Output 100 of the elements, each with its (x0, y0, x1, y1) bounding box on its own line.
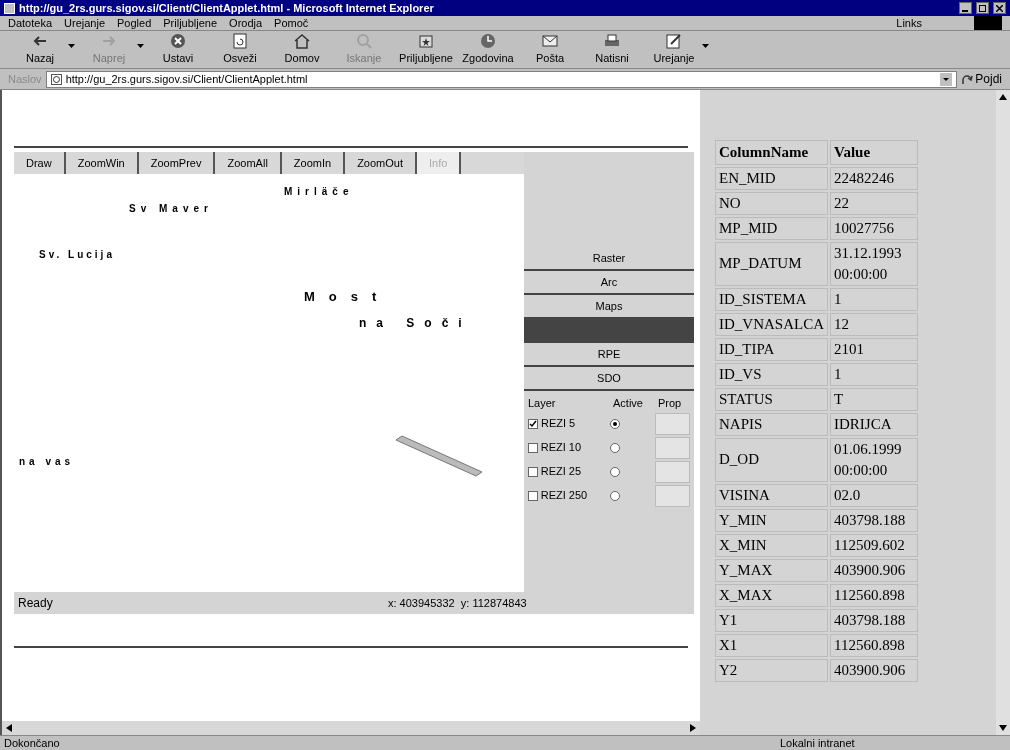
map-label: Mirläče (284, 185, 354, 199)
table-cell: Y_MAX (715, 558, 828, 582)
table-cell: Y_MIN (715, 508, 828, 532)
layer-name: REZI 10 (540, 440, 583, 456)
page-icon (50, 73, 62, 85)
table-cell: NAPIS (715, 412, 828, 436)
table-cell: ID_VS (715, 362, 828, 386)
table-cell: 112560.898 (830, 583, 918, 607)
layer-checkbox[interactable] (528, 466, 538, 477)
table-cell: X_MAX (715, 583, 828, 607)
layer-checkbox[interactable] (528, 418, 538, 429)
column-header: Prop (658, 396, 682, 411)
table-cell: 403798.188 (830, 608, 918, 632)
layer-checkbox[interactable] (528, 490, 538, 501)
table-header: ColumnName (715, 140, 828, 165)
column-header: Layer (528, 396, 557, 411)
search-icon (355, 32, 373, 51)
menu-item[interactable]: Datoteka (8, 14, 53, 32)
table-cell: MP_DATUM (715, 241, 828, 286)
active-radio[interactable] (610, 490, 621, 501)
go-button[interactable]: Pojdi (961, 70, 1002, 88)
table-cell: Y1 (715, 608, 828, 632)
table-cell: 112560.898 (830, 633, 918, 657)
table-cell: 1 (830, 362, 918, 386)
scroll-up-icon[interactable] (999, 94, 1007, 100)
table-cell: X_MIN (715, 533, 828, 557)
zone-text: Lokalni intranet (780, 735, 855, 750)
table-cell: 02.0 (830, 483, 918, 507)
layer-name: REZI 250 (540, 488, 589, 504)
dropdown-arrow-icon[interactable] (68, 44, 75, 49)
table-cell: 10027756 (830, 216, 918, 240)
table-cell: ID_SISTEMA (715, 287, 828, 311)
close-icon[interactable] (993, 2, 1006, 14)
active-radio[interactable] (610, 442, 621, 453)
house-icon (293, 32, 311, 51)
refresh-icon (231, 32, 249, 51)
menu-item[interactable]: Orodja (229, 14, 263, 32)
table-cell: 22 (830, 191, 918, 215)
links-label[interactable]: Links (896, 14, 922, 32)
app-icon (4, 2, 15, 14)
table-cell: MP_MID (715, 216, 828, 240)
layer-name: REZI 5 (541, 416, 577, 432)
table-cell: Y2 (715, 658, 828, 682)
clock-icon (479, 32, 497, 51)
layer-checkbox[interactable] (528, 442, 538, 453)
active-radio[interactable] (610, 466, 621, 477)
address-field[interactable]: http://gu_2rs.gurs.sigov.si/Client/ClientApplet.html (45, 70, 958, 88)
table-cell: ID_TIPA (715, 337, 828, 361)
menu-item[interactable]: Priljubljene (163, 14, 218, 32)
toolbar-button[interactable]: Domov (274, 32, 330, 67)
stop-icon (169, 32, 187, 51)
table-cell: 12 (830, 312, 918, 336)
column-header: Active (613, 396, 644, 411)
table-cell: STATUS (715, 387, 828, 411)
menu-item[interactable]: Pogled (117, 14, 152, 32)
table-cell: EN_MID (715, 166, 828, 190)
menu-item[interactable]: Urejanje (64, 14, 105, 32)
active-radio[interactable] (610, 418, 621, 429)
table-cell: 403900.906 (830, 558, 918, 582)
toolbar-button[interactable]: Zgodovina (460, 32, 516, 67)
table-cell: D_OD (715, 437, 828, 482)
vertical-scrollbar[interactable] (996, 90, 1010, 735)
table-cell: 31.12.1993 00:00:00 (830, 241, 918, 286)
toolbar-button[interactable]: Nazaj (12, 32, 68, 67)
scroll-down-icon[interactable] (999, 725, 1007, 731)
scroll-right-icon[interactable] (690, 724, 696, 732)
toolbar-button[interactable]: Natisni (584, 32, 640, 67)
applet-status: Ready (18, 595, 54, 612)
map-label: Sv Maver (129, 202, 213, 216)
menu-item[interactable]: Pomoč (274, 14, 309, 32)
go-arrow-icon (961, 73, 974, 85)
status-text: Dokončano (3, 735, 61, 750)
toolbar-button[interactable]: Priljubljene (398, 32, 454, 67)
table-cell: 22482246 (830, 166, 918, 190)
pencil-icon (665, 32, 683, 51)
table-cell: VISINA (715, 483, 828, 507)
coordinates-readout: x: 403945332 y: 112874843 (388, 595, 527, 611)
table-cell: T (830, 387, 918, 411)
map-label: Sv. Lucija (39, 248, 115, 262)
minimize-icon[interactable] (959, 2, 972, 14)
table-cell: NO (715, 191, 828, 215)
toolbar-button[interactable]: Urejanje (646, 32, 702, 67)
table-header: Value (830, 140, 918, 165)
map-label: na vas (19, 455, 75, 469)
toolbar-button[interactable]: Pošta (522, 32, 578, 67)
table-cell: X1 (715, 633, 828, 657)
table-cell: 403798.188 (830, 508, 918, 532)
toolbar-button[interactable]: Osveži (212, 32, 268, 67)
scroll-left-icon[interactable] (6, 724, 12, 732)
maximize-icon[interactable] (976, 2, 989, 14)
map-label: na Soči (359, 315, 472, 332)
table-cell: 112509.602 (830, 533, 918, 557)
window-title: http://gu_2rs.gurs.sigov.si/Client/ClientApplet.html - Microsoft Internet Explorer (19, 0, 434, 16)
dropdown-arrow-icon[interactable] (702, 44, 709, 49)
table-cell: 1 (830, 287, 918, 311)
table-cell: 403900.906 (830, 658, 918, 682)
toolbar-button[interactable]: Ustavi (150, 32, 206, 67)
map-label: Most (304, 288, 391, 306)
table-cell: 2101 (830, 337, 918, 361)
horizontal-scrollbar[interactable] (2, 721, 700, 735)
